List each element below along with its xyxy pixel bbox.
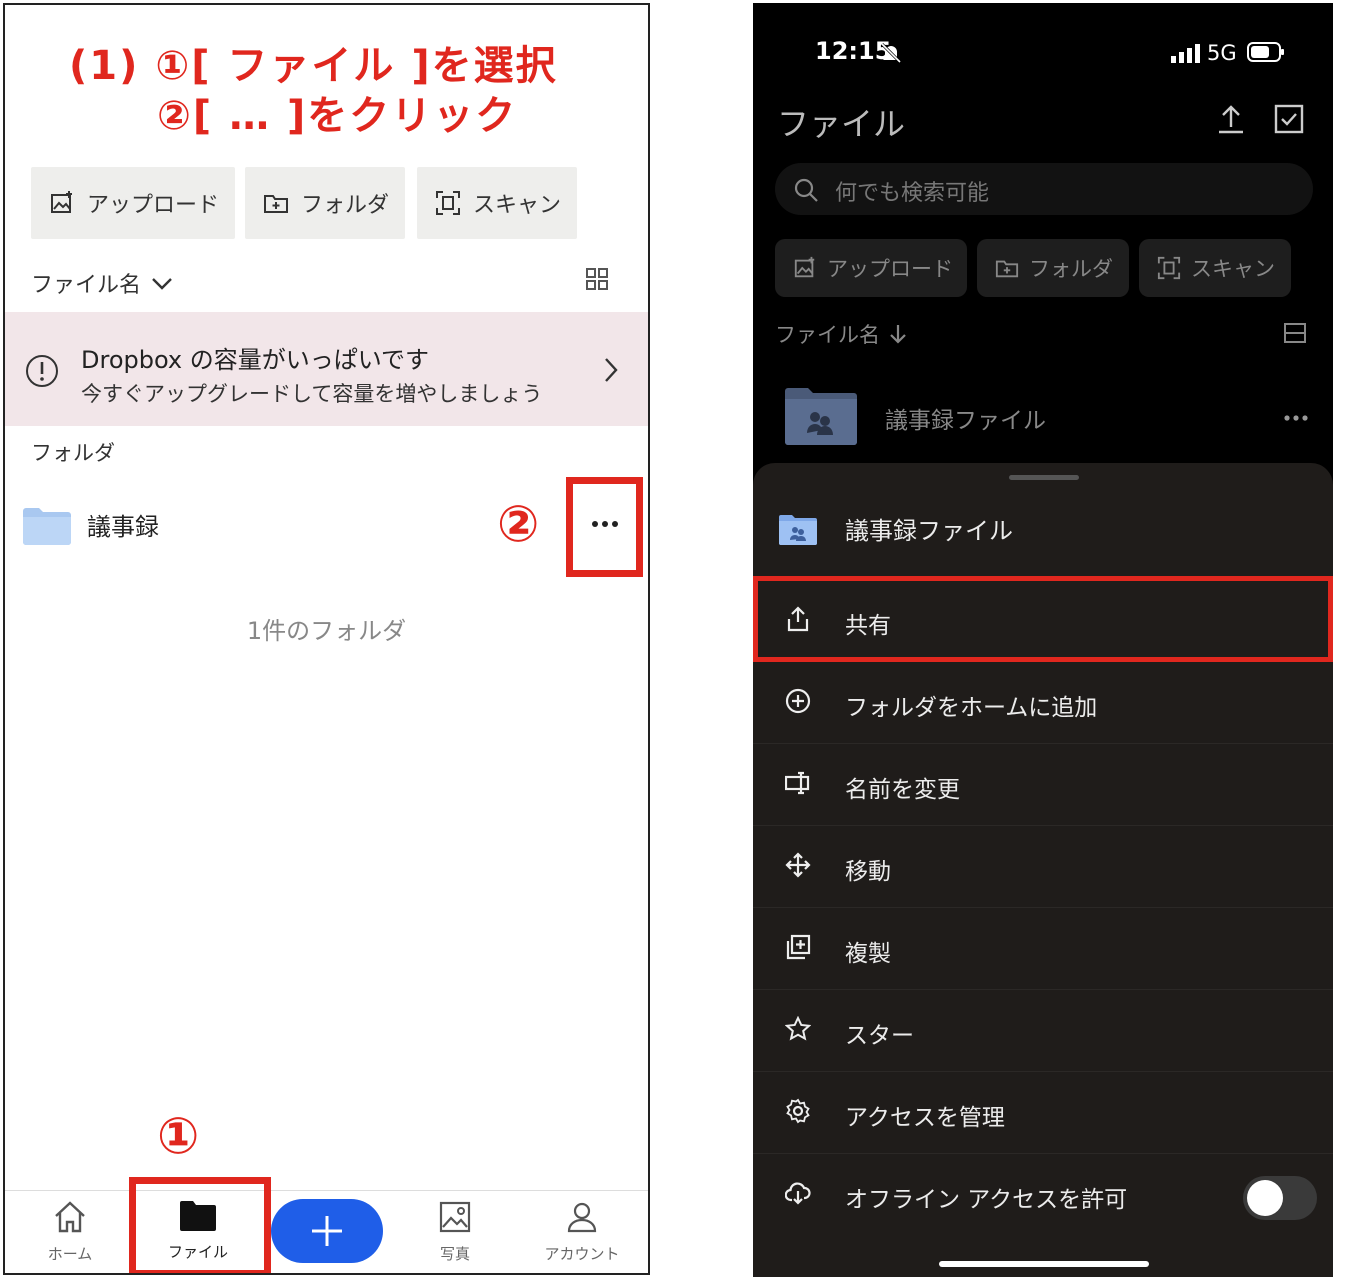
menu-item-duplicate[interactable]: 複製 (753, 907, 1333, 989)
folder-name: 議事録 (87, 513, 159, 541)
chevron-right-icon (605, 358, 618, 382)
scan-icon (1157, 256, 1181, 280)
menu-item-manage-access[interactable]: アクセスを管理 (753, 1071, 1333, 1153)
scan-button-dark[interactable]: スキャン (1139, 239, 1291, 297)
upload-image-icon (794, 256, 815, 278)
tab-home[interactable]: ホーム (15, 1199, 125, 1264)
menu-item-label: 移動 (845, 859, 891, 885)
scan-button-label: スキャン (473, 193, 562, 218)
tab-account-label: アカウント (544, 1245, 620, 1263)
home-indicator (939, 1261, 1149, 1267)
tab-photos[interactable]: 写真 (400, 1199, 510, 1264)
left-screenshot: (1) ①[ ファイル ]を選択 ②[ … ]をクリック アップロード フォルダ… (3, 3, 650, 1275)
sheet-title: 議事録ファイル (845, 517, 1013, 545)
callout-2: ② (497, 495, 540, 553)
duplicate-icon (786, 934, 811, 960)
move-icon (785, 852, 811, 878)
toggle-knob (1247, 1180, 1283, 1216)
menu-item-label: スター (845, 1023, 914, 1049)
add-button[interactable] (271, 1199, 383, 1263)
scan-button[interactable]: スキャン (417, 167, 577, 239)
tab-photos-label: 写真 (439, 1245, 470, 1263)
banner-title: Dropbox の容量がいっぱいです (81, 346, 430, 374)
file-name: 議事録ファイル (885, 408, 1046, 434)
scan-icon (436, 191, 460, 215)
search-placeholder: 何でも検索可能 (835, 181, 990, 206)
more-options-icon[interactable] (1283, 413, 1309, 423)
select-checkbox-icon[interactable] (1273, 103, 1305, 135)
folder-count: 1件のフォルダ (246, 617, 407, 645)
sort-dropdown[interactable]: ファイル名 (31, 267, 175, 299)
menu-item-label: 名前を変更 (845, 777, 960, 803)
add-circle-icon (785, 688, 811, 714)
scan-button-dark-label: スキャン (1191, 257, 1275, 281)
menu-item-offline: オフライン アクセスを許可 (753, 1153, 1333, 1235)
search-icon (794, 178, 818, 202)
upload-image-icon (51, 191, 72, 213)
grid-view-icon[interactable] (585, 267, 609, 291)
signal-icon (1171, 44, 1200, 63)
banner-subtitle: 今すぐアップグレードして容量を増やしましょう (81, 382, 543, 406)
star-icon (785, 1016, 811, 1041)
list-view-icon[interactable] (1283, 321, 1307, 345)
callout-1: ① (157, 1107, 200, 1165)
shared-folder-icon (779, 515, 817, 545)
highlight-files-tab (129, 1177, 271, 1273)
menu-item-label: オフライン アクセスを許可 (845, 1187, 1128, 1213)
right-screenshot: 12:15 5G ファイル 何でも検索可能 アップロード フォルダ スキャン フ… (753, 3, 1333, 1277)
folder-icon (23, 508, 71, 545)
tab-home-label: ホーム (47, 1245, 93, 1263)
offline-toggle[interactable] (1243, 1176, 1317, 1220)
person-icon (567, 1202, 597, 1233)
more-options-icon[interactable] (591, 519, 619, 529)
upload-button-label: アップロード (87, 193, 220, 218)
photo-icon (439, 1201, 471, 1233)
sort-label-dark: ファイル名 (775, 323, 880, 347)
home-icon (55, 1201, 85, 1233)
bell-slash-icon (880, 42, 902, 64)
menu-item-rename[interactable]: 名前を変更 (753, 743, 1333, 825)
instruction-line-2: ②[ … ]をクリック (157, 93, 518, 139)
page-title: ファイル (777, 105, 906, 143)
storage-full-banner[interactable]: Dropbox の容量がいっぱいです 今すぐアップグレードして容量を増やしましょ… (5, 312, 648, 426)
chevron-down-icon (152, 278, 172, 290)
upload-button-dark-label: アップロード (827, 257, 953, 281)
tab-account[interactable]: アカウント (527, 1199, 637, 1264)
network-label: 5G (1207, 41, 1237, 65)
new-folder-button-dark[interactable]: フォルダ (977, 239, 1129, 297)
menu-item-star[interactable]: スター (753, 989, 1333, 1071)
sort-dropdown-dark[interactable]: ファイル名 (775, 319, 910, 349)
menu-item-add-to-home[interactable]: フォルダをホームに追加 (753, 661, 1333, 743)
new-folder-button[interactable]: フォルダ (245, 167, 405, 239)
upload-button-dark[interactable]: アップロード (775, 239, 967, 297)
menu-item-label: 複製 (845, 941, 891, 967)
menu-item-label: アクセスを管理 (845, 1105, 1005, 1131)
offline-icon (785, 1182, 811, 1205)
new-folder-button-label: フォルダ (301, 193, 390, 218)
sheet-handle[interactable] (1009, 475, 1079, 480)
rename-icon (785, 771, 810, 795)
shared-folder-icon (785, 388, 857, 445)
sort-label: ファイル名 (31, 273, 142, 298)
upload-button[interactable]: アップロード (31, 167, 235, 239)
plus-icon (312, 1216, 342, 1246)
bottom-tab-bar: ホーム ファイル 写真 アカウント (5, 1190, 648, 1273)
highlight-share-item (753, 576, 1333, 662)
menu-item-label: フォルダをホームに追加 (845, 695, 1098, 721)
folder-plus-icon (995, 260, 1019, 278)
upload-icon[interactable] (1215, 103, 1247, 135)
new-folder-button-dark-label: フォルダ (1029, 257, 1113, 281)
gear-icon (786, 1098, 810, 1124)
arrow-down-icon (890, 325, 906, 344)
section-header-folders: フォルダ (31, 441, 115, 465)
info-alert-icon (26, 355, 58, 387)
search-input[interactable]: 何でも検索可能 (775, 163, 1313, 215)
folder-plus-icon (264, 195, 288, 213)
menu-item-move[interactable]: 移動 (753, 825, 1333, 907)
battery-icon (1247, 42, 1284, 62)
